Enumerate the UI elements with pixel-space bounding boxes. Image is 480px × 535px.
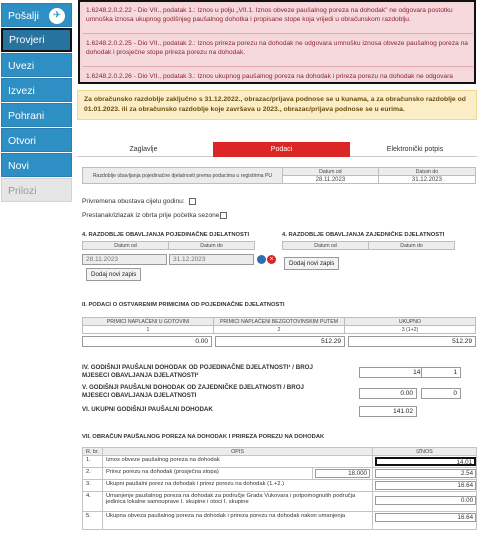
- income-section-title: II. PODACI O OSTVARENIM PRIMICIMA OD POJ…: [82, 302, 285, 308]
- table-row: 3. Ukupni paušalni porez na dohodak i pr…: [82, 479, 478, 492]
- tax-section-title: VII. OBRAČUN PAUŠALNOG POREZA NA DOHODAK…: [82, 434, 325, 440]
- cessation-checkbox[interactable]: [220, 212, 227, 219]
- ind-from-input[interactable]: 28.11.2023: [82, 254, 167, 265]
- cessation-label: Prestanak/izlazak iz obrta prije početka…: [82, 212, 222, 219]
- surtax-amount-input[interactable]: 2.54: [375, 469, 477, 478]
- error-item[interactable]: 1.6248.2.0.2.25 - Dio VII., podatak 2.: …: [83, 37, 473, 67]
- export-button[interactable]: Izvezi: [1, 78, 72, 102]
- tab-e-signature[interactable]: Elektronički potpis: [353, 142, 477, 157]
- joint-from-label: Datum od: [282, 241, 369, 250]
- ind-to-label: Datum do: [168, 241, 255, 250]
- ind-add-record-button[interactable]: Dodaj novi zapis: [86, 268, 142, 281]
- joint-period-title: 4. RAZDOBLJE OBAVLJANJA ZAJEDNIČKE DJELA…: [282, 232, 445, 238]
- col-desc-header: OPIS: [101, 447, 374, 456]
- table-row: 4. Umanjenje paušalnog poreza na dohodak…: [82, 491, 478, 512]
- noncash-colnum: 2: [213, 325, 345, 334]
- currency-notice: Za obračunsko razdoblje zaključno s 31.1…: [77, 90, 477, 120]
- row-desc: Umanjenje paušalnog poreza na dohodak za…: [101, 491, 374, 512]
- table-row: 5. Ukupna obveza paušalnog poreza na doh…: [82, 511, 478, 530]
- error-item[interactable]: 1.6248.2.0.2.26 - Dio VII., podatak 3.: …: [83, 70, 473, 82]
- open-button[interactable]: Otvori: [1, 128, 72, 152]
- attachments-button[interactable]: Prilozi: [1, 178, 72, 202]
- total-colnum: 3 (1+2): [344, 325, 476, 334]
- validate-label: Provjeri: [9, 34, 45, 46]
- cash-income-input[interactable]: 0.00: [82, 336, 212, 347]
- col-no-header: R. br.: [82, 447, 103, 456]
- ind-to-input[interactable]: 31.12.2023: [169, 254, 254, 265]
- tax-amount-input[interactable]: 14.01: [375, 457, 477, 466]
- period-to-label: Datum do: [377, 167, 477, 176]
- row-v-label: V. GODIŠNJI PAUŠALNI DOHODAK OD ZAJEDNIČ…: [82, 384, 304, 399]
- row-no: 4.: [82, 491, 103, 512]
- save-button[interactable]: Pohrani: [1, 103, 72, 127]
- new-button[interactable]: Novi: [1, 153, 72, 177]
- send-label: Pošalji: [8, 10, 39, 22]
- total-income-input[interactable]: 512.29: [348, 336, 476, 347]
- open-label: Otvori: [8, 135, 37, 147]
- noncash-header: PRIMICI NAPLAĆENI BEZGOTOVINSKIM PUTEM: [213, 317, 345, 326]
- joint-to-label: Datum do: [368, 241, 455, 250]
- period-from-label: Datum od: [282, 167, 379, 176]
- reduction-amount-input[interactable]: 0.00: [375, 496, 477, 505]
- row-v-income-input[interactable]: 0.00: [359, 388, 417, 399]
- row-desc: Ukupni paušalni porez na dohodak i prire…: [101, 479, 374, 492]
- validation-errors-panel[interactable]: 1.6248.2.0.2.22 - Dio VII., podatak 1.: …: [78, 0, 476, 84]
- tab-data[interactable]: Podaci: [213, 142, 350, 157]
- row-no: 3.: [82, 479, 103, 492]
- joint-add-record-button[interactable]: Dodaj novi zapis: [284, 257, 340, 270]
- tax-calculation-table: R. br. OPIS IZNOS 1. Iznos obveze paušal…: [82, 447, 478, 530]
- row-desc: Iznos obveze paušalnog poreza na dohodak: [101, 455, 374, 468]
- new-label: Novi: [8, 160, 30, 172]
- period-to-value: 31.12.2023: [377, 175, 477, 184]
- info-icon[interactable]: [257, 255, 266, 264]
- row-iv-months-input[interactable]: 1: [421, 367, 461, 378]
- send-button[interactable]: Pošalji ✈: [1, 3, 72, 27]
- tab-bar: Zaglavlje Podaci Elektronički potpis: [77, 142, 477, 157]
- table-row: 1. Iznos obveze paušalnog poreza na doho…: [82, 455, 478, 468]
- import-button[interactable]: Uvezi: [1, 53, 72, 77]
- row-no: 5.: [82, 511, 103, 530]
- delete-icon[interactable]: ×: [267, 255, 276, 264]
- final-tax-input[interactable]: 16.64: [375, 513, 477, 522]
- attachments-label: Prilozi: [8, 185, 37, 197]
- cash-colnum: 1: [82, 325, 214, 334]
- suspension-label: Privremena obustava cijelu godinu:: [82, 198, 185, 205]
- suspension-checkbox[interactable]: [189, 198, 196, 205]
- sidebar: Pošalji ✈ Provjeri Uvezi Izvezi Pohrani …: [0, 0, 72, 535]
- income-table: PRIMICI NAPLAĆENI U GOTOVINI PRIMICI NAP…: [82, 317, 476, 334]
- total-tax-input[interactable]: 16.64: [375, 481, 477, 490]
- period-header-label: Razdoblje obavljanja pojedinačne djelatn…: [82, 167, 283, 184]
- period-from-value: 28.11.2023: [282, 175, 379, 184]
- row-no: 2.: [82, 467, 103, 480]
- import-label: Uvezi: [8, 60, 35, 72]
- row-desc: Ukupna obveza paušalnog poreza na dohoda…: [101, 511, 374, 530]
- total-header: UKUPNO: [344, 317, 476, 326]
- save-label: Pohrani: [8, 110, 45, 122]
- noncash-income-input[interactable]: 512.29: [215, 336, 345, 347]
- row-vi-income-input[interactable]: 141.02: [359, 406, 417, 417]
- main-content: 1.6248.2.0.2.22 - Dio VII., podatak 1.: …: [77, 0, 478, 535]
- activity-period-table: Razdoblje obavljanja pojedinačne djelatn…: [82, 167, 477, 184]
- row-vi-label: VI. UKUPNI GODIŠNJI PAUŠALNI DOHODAK: [82, 406, 213, 413]
- row-v-months-input[interactable]: 0: [421, 388, 461, 399]
- ind-from-label: Datum od: [82, 241, 169, 250]
- individual-period-table: Datum od Datum do: [82, 241, 272, 250]
- row-no: 1.: [82, 455, 103, 468]
- validate-button[interactable]: Provjeri: [1, 28, 72, 52]
- joint-period-table: Datum od Datum do: [282, 241, 476, 250]
- export-label: Izvezi: [8, 85, 35, 97]
- individual-period-title: 4. RAZDOBLJE OBAVLJANJA POJEDINAČNE DJEL…: [82, 232, 250, 238]
- col-amount-header: IZNOS: [372, 447, 478, 456]
- tab-header[interactable]: Zaglavlje: [77, 142, 210, 157]
- cash-header: PRIMICI NAPLAĆENI U GOTOVINI: [82, 317, 214, 326]
- row-iv-label: IV. GODIŠNJI PAUŠALNI DOHODAK OD POJEDIN…: [82, 364, 313, 379]
- send-icon: ✈: [49, 8, 65, 24]
- table-row: 2. Prirez porezu na dohodak (prosječna s…: [82, 467, 478, 480]
- surtax-rate-input[interactable]: 18.000: [315, 469, 371, 478]
- row-desc: Prirez porezu na dohodak (prosječna stop…: [102, 467, 313, 480]
- error-item[interactable]: 1.6248.2.0.2.22 - Dio VII., podatak 1.: …: [83, 4, 473, 34]
